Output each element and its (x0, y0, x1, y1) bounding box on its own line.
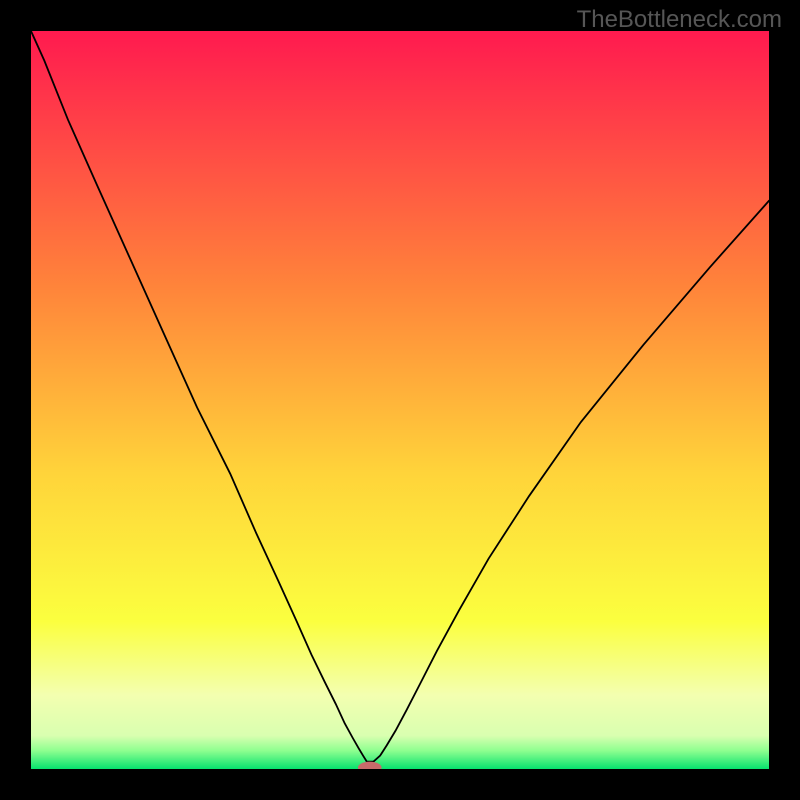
chart-frame: TheBottleneck.com (0, 0, 800, 800)
watermark-text: TheBottleneck.com (577, 6, 782, 34)
bottleneck-chart (31, 31, 769, 769)
gradient-background (31, 31, 769, 769)
